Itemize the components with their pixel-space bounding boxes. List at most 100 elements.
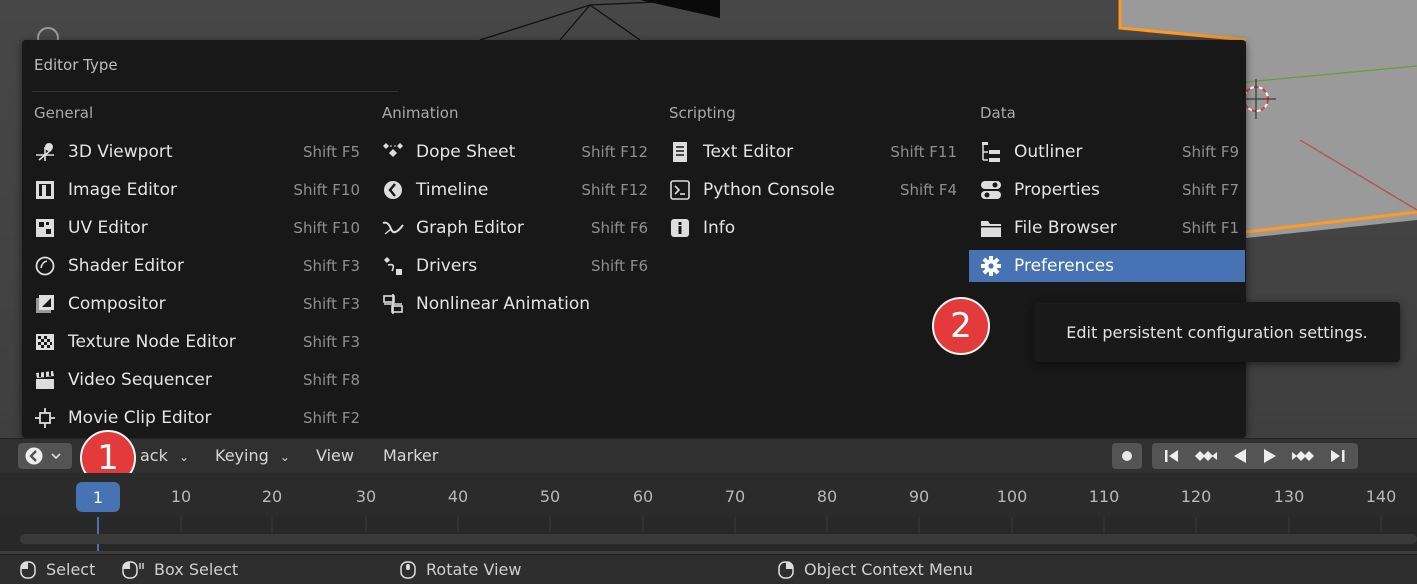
image-editor-icon <box>34 179 56 201</box>
menu-item-preferences[interactable]: Preferences <box>969 250 1245 282</box>
view-menu[interactable]: View <box>316 446 354 465</box>
timeline-ruler[interactable]: 1 10 20 30 40 50 60 70 80 90 100 110 120… <box>0 473 1417 517</box>
properties-icon <box>980 179 1002 201</box>
menu-divider <box>32 91 398 92</box>
menu-item-text-editor[interactable]: Text Editor Shift F11 <box>669 136 957 168</box>
preferences-icon <box>980 255 1002 277</box>
menu-item-label: Graph Editor <box>416 218 524 238</box>
heading-data: Data <box>980 104 1016 122</box>
heading-scripting: Scripting <box>669 104 736 122</box>
video-sequencer-icon <box>34 369 56 391</box>
menu-item-label: UV Editor <box>68 218 148 238</box>
dope-sheet-icon <box>382 141 404 163</box>
heading-general: General <box>34 104 94 122</box>
frame-label: 50 <box>539 487 561 506</box>
current-frame-indicator[interactable]: 1 <box>76 482 120 512</box>
keying-menu-label: Keying <box>215 446 269 465</box>
status-rotate-view: Rotate View <box>400 560 521 579</box>
menu-item-shortcut: Shift F6 <box>590 257 648 275</box>
frame-label: 60 <box>632 487 654 506</box>
menu-item-shortcut: Shift F12 <box>581 181 648 199</box>
menu-item-label: Properties <box>1014 180 1100 200</box>
mouse-left-icon <box>20 560 36 579</box>
file-browser-icon <box>980 217 1002 239</box>
menu-item-label: Compositor <box>68 294 166 314</box>
menu-item-properties[interactable]: Properties Shift F7 <box>969 174 1245 206</box>
menu-item-label: File Browser <box>1014 218 1117 238</box>
keying-menu[interactable]: Keying ⌄ <box>215 446 290 465</box>
menu-item-file-browser[interactable]: File Browser Shift F1 <box>969 212 1245 244</box>
playback-menu[interactable]: ack ⌄ <box>140 446 189 465</box>
editor-type-button[interactable] <box>18 443 72 469</box>
menu-item-graph-editor[interactable]: Graph Editor Shift F6 <box>382 212 648 244</box>
menu-item-shortcut: Shift F2 <box>302 409 360 427</box>
menu-item-python-console[interactable]: Python Console Shift F4 <box>669 174 957 206</box>
status-box-select-label: Box Select <box>154 560 239 579</box>
menu-item-shortcut: Shift F10 <box>293 219 360 237</box>
menu-item-shortcut: Shift F9 <box>1181 143 1239 161</box>
graph-editor-icon <box>382 217 404 239</box>
menu-item-shortcut: Shift F7 <box>1181 181 1239 199</box>
menu-item-nonlinear-animation[interactable]: Nonlinear Animation <box>382 288 648 320</box>
nonlinear-animation-icon <box>382 293 404 315</box>
status-context-menu: Object Context Menu <box>778 560 973 579</box>
menu-item-label: Timeline <box>416 180 489 200</box>
jump-to-previous-keyframe-button[interactable] <box>1195 448 1218 464</box>
mouse-right-icon <box>778 560 794 579</box>
menu-item-shortcut: Shift F12 <box>581 143 648 161</box>
python-console-icon <box>669 179 691 201</box>
jump-to-end-button[interactable] <box>1329 448 1347 464</box>
frame-label: 10 <box>170 487 192 506</box>
menu-item-shortcut: Shift F6 <box>590 219 648 237</box>
frame-label: 40 <box>447 487 469 506</box>
texture-node-editor-icon <box>34 331 56 353</box>
menu-item-label: Image Editor <box>68 180 177 200</box>
menu-item-shader-editor[interactable]: Shader Editor Shift F3 <box>34 250 360 282</box>
menu-item-shortcut: Shift F4 <box>899 181 957 199</box>
menu-item-label: Dope Sheet <box>416 142 516 162</box>
menu-item-outliner[interactable]: Outliner Shift F9 <box>969 136 1245 168</box>
mouse-drag-icon <box>122 560 144 579</box>
record-button[interactable] <box>1112 443 1142 469</box>
menu-item-shortcut: Shift F10 <box>293 181 360 199</box>
menu-item-3d-viewport[interactable]: 3D Viewport Shift F5 <box>34 136 360 168</box>
frame-label: 70 <box>724 487 746 506</box>
record-icon <box>1122 451 1132 461</box>
menu-item-info[interactable]: Info <box>669 212 957 244</box>
menu-item-image-editor[interactable]: Image Editor Shift F10 <box>34 174 360 206</box>
timeline-icon <box>382 179 404 201</box>
menu-item-uv-editor[interactable]: UV Editor Shift F10 <box>34 212 360 244</box>
menu-item-shortcut: Shift F3 <box>302 257 360 275</box>
menu-title: Editor Type <box>34 56 118 74</box>
menu-item-shortcut: Shift F5 <box>302 143 360 161</box>
compositor-icon <box>34 293 56 315</box>
menu-item-video-sequencer[interactable]: Video Sequencer Shift F8 <box>34 364 360 396</box>
shader-editor-icon <box>34 255 56 277</box>
play-button[interactable] <box>1262 448 1278 464</box>
camera-triangle <box>640 0 720 18</box>
menu-item-timeline[interactable]: Timeline Shift F12 <box>382 174 648 206</box>
movie-clip-editor-icon <box>34 407 56 429</box>
playback-controls <box>1152 443 1358 469</box>
menu-item-label: Video Sequencer <box>68 370 212 390</box>
mouse-middle-icon <box>400 560 416 579</box>
drivers-icon <box>382 255 404 277</box>
menu-item-label: Texture Node Editor <box>68 332 236 352</box>
jump-to-next-keyframe-button[interactable] <box>1292 448 1315 464</box>
menu-item-dope-sheet[interactable]: Dope Sheet Shift F12 <box>382 136 648 168</box>
play-reverse-button[interactable] <box>1232 448 1248 464</box>
timeline-scrollbar[interactable] <box>20 534 1417 544</box>
editor-type-menu: Editor Type General Animation Scripting … <box>22 40 1246 438</box>
menu-item-drivers[interactable]: Drivers Shift F6 <box>382 250 648 282</box>
status-select: Select <box>20 560 95 579</box>
menu-item-label: Python Console <box>703 180 835 200</box>
menu-item-movie-clip-editor[interactable]: Movie Clip Editor Shift F2 <box>34 402 360 434</box>
menu-item-compositor[interactable]: Compositor Shift F3 <box>34 288 360 320</box>
marker-menu[interactable]: Marker <box>383 446 438 465</box>
jump-to-start-button[interactable] <box>1163 448 1181 464</box>
menu-item-texture-node-editor[interactable]: Texture Node Editor Shift F3 <box>34 326 360 358</box>
menu-item-label: Shader Editor <box>68 256 184 276</box>
menu-item-shortcut: Shift F8 <box>302 371 360 389</box>
3d-viewport-icon <box>34 141 56 163</box>
info-icon <box>669 217 691 239</box>
